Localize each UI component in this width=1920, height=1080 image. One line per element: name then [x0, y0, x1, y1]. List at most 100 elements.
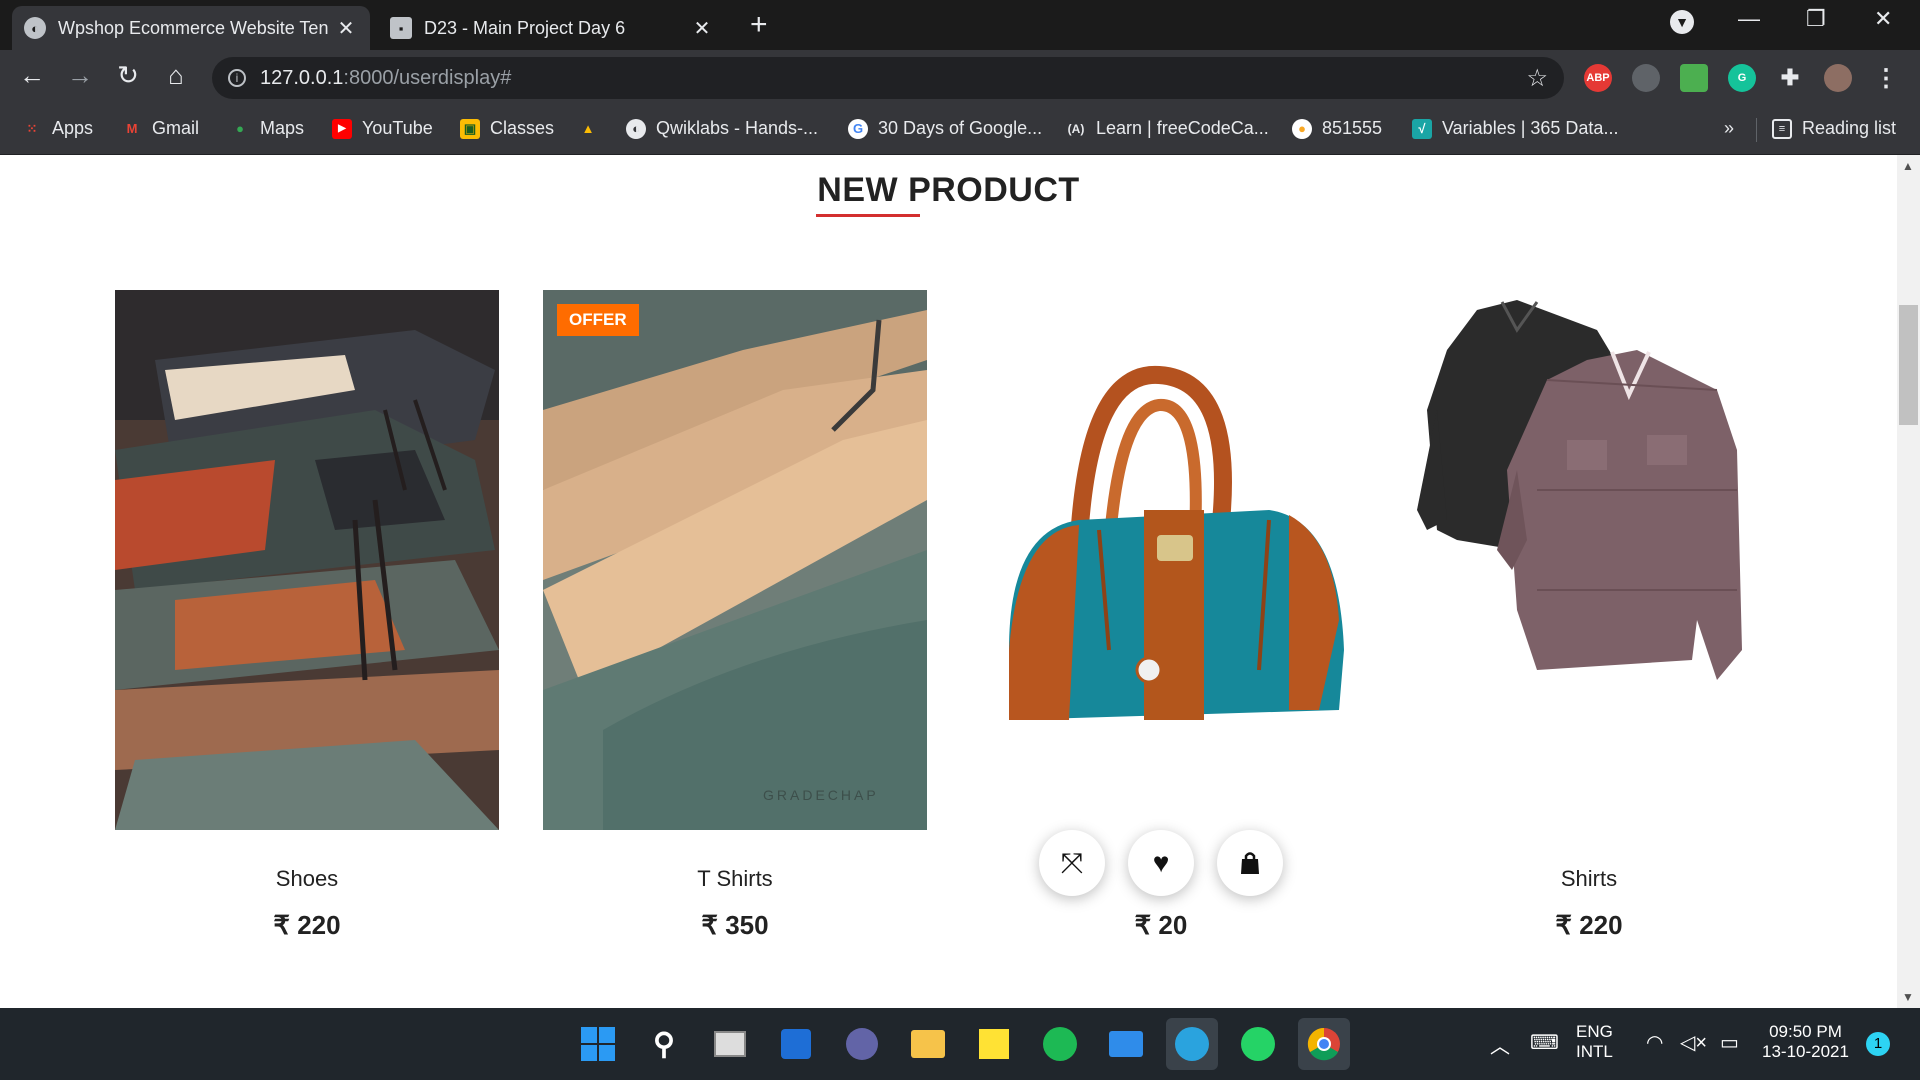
mail-icon[interactable]: [1106, 1024, 1146, 1064]
page-scrollbar[interactable]: ▲ ▼: [1897, 155, 1920, 1008]
bookmark-drive[interactable]: ▲: [578, 118, 608, 138]
close-window-button[interactable]: ✕: [1874, 6, 1892, 32]
volume-muted-icon[interactable]: ◁×: [1680, 1030, 1707, 1055]
tab-title: D23 - Main Project Day 6: [424, 17, 626, 38]
lang-top: ENG: [1576, 1022, 1613, 1041]
reading-list-icon: ≡: [1772, 118, 1792, 139]
puzzle-icon[interactable]: ✚: [1776, 64, 1804, 92]
scroll-up-arrow-icon[interactable]: ▲: [1902, 159, 1914, 173]
bookmark-apps[interactable]: ⁙ Apps: [22, 118, 93, 139]
home-button[interactable]: ⌂: [158, 60, 194, 91]
url-host: 127.0.0.1: [260, 66, 344, 89]
bookmark-star-icon[interactable]: ☆: [1526, 64, 1548, 93]
365data-icon: √: [1412, 118, 1432, 139]
reload-button[interactable]: ↻: [110, 60, 146, 91]
info-icon[interactable]: i: [228, 69, 246, 87]
bookmark-label: 30 Days of Google...: [878, 118, 1043, 138]
product-name[interactable]: Shirts: [1397, 866, 1781, 892]
sticky-notes-icon[interactable]: [974, 1024, 1014, 1064]
teams-chat-icon[interactable]: [842, 1024, 882, 1064]
product-image-shirts[interactable]: [1397, 290, 1781, 830]
chrome-icon[interactable]: [1298, 1018, 1350, 1070]
notification-badge[interactable]: 1: [1866, 1032, 1890, 1056]
wifi-icon[interactable]: ◠: [1646, 1030, 1663, 1055]
bookmark-overflow-button[interactable]: »: [1724, 118, 1734, 139]
minimize-button[interactable]: —: [1738, 6, 1760, 32]
expand-icon: ⤧: [1060, 846, 1084, 878]
tree-extension-icon[interactable]: [1680, 64, 1708, 92]
product-card-shoes[interactable]: Shoes ₹ 220: [115, 290, 499, 941]
battery-icon[interactable]: ▭: [1720, 1030, 1739, 1055]
bookmark-365data[interactable]: √ Variables | 365 Data...: [1412, 118, 1618, 139]
add-to-cart-button[interactable]: [1217, 830, 1283, 896]
product-card-tshirts[interactable]: GRADECHAP OFFER T Shirts ₹ 350: [543, 290, 927, 941]
product-name[interactable]: T Shirts: [543, 866, 927, 892]
bookmark-google[interactable]: G 30 Days of Google...: [848, 118, 1042, 139]
search-icon[interactable]: ⚲: [644, 1024, 684, 1064]
google-icon: G: [848, 118, 868, 139]
menu-dots-icon[interactable]: ⋮: [1872, 64, 1900, 92]
whatsapp-icon[interactable]: [1238, 1024, 1278, 1064]
product-card-bag[interactable]: ⤧ ♥ Bag ₹ 20: [969, 290, 1353, 941]
product-card-shirts[interactable]: Shirts ₹ 220: [1397, 290, 1781, 941]
bookmark-gmail[interactable]: M Gmail: [122, 118, 199, 139]
apps-grid-icon: ⁙: [26, 120, 38, 136]
close-icon[interactable]: ✕: [334, 16, 358, 41]
time: 09:50 PM: [1769, 1022, 1842, 1041]
product-image-tshirts[interactable]: GRADECHAP OFFER: [543, 290, 927, 830]
product-image-shoes[interactable]: [115, 290, 499, 830]
quick-view-button[interactable]: ⤧: [1039, 830, 1105, 896]
tab-d23[interactable]: ▪ D23 - Main Project Day 6 ✕: [378, 6, 726, 50]
bookmark-freecodecamp[interactable]: (A) Learn | freeCodeCa...: [1066, 118, 1269, 139]
file-explorer-icon[interactable]: [908, 1024, 948, 1064]
extension-icon[interactable]: [1632, 64, 1660, 92]
url-text[interactable]: 127.0.0.1:8000/userdisplay#: [260, 67, 511, 90]
tab-wpshop[interactable]: ◐ Wpshop Ecommerce Website Ten ✕: [12, 6, 370, 50]
shopping-bag-icon: [1241, 852, 1259, 874]
spotify-icon[interactable]: [1040, 1024, 1080, 1064]
grammarly-icon[interactable]: G: [1728, 64, 1756, 92]
bookmark-label: Apps: [52, 118, 94, 138]
task-view-icon[interactable]: [710, 1024, 750, 1064]
date: 13-10-2021: [1762, 1042, 1849, 1061]
reading-list-button[interactable]: ≡ Reading list: [1772, 118, 1896, 139]
bookmark-icon: ●: [1292, 118, 1312, 139]
forward-button[interactable]: →: [62, 60, 98, 91]
keyboard-icon[interactable]: ⌨: [1530, 1030, 1559, 1055]
clock[interactable]: 09:50 PM 13-10-2021: [1762, 1022, 1849, 1062]
language-indicator[interactable]: ENG INTL: [1576, 1022, 1613, 1062]
bookmark-label: 851555: [1322, 118, 1383, 138]
product-name[interactable]: Shoes: [115, 866, 499, 892]
show-hidden-icons-icon[interactable]: ︿: [1490, 1030, 1510, 1059]
scroll-down-arrow-icon[interactable]: ▼: [1902, 990, 1914, 1004]
start-icon[interactable]: [578, 1024, 618, 1064]
avatar[interactable]: [1824, 64, 1852, 92]
bookmark-youtube[interactable]: ▶ YouTube: [332, 118, 433, 139]
product-price: ₹ 220: [1555, 910, 1623, 940]
bookmark-label: Learn | freeCodeCa...: [1096, 118, 1269, 138]
bookmark-label: Qwiklabs - Hands-...: [656, 118, 819, 138]
bookmark-maps[interactable]: ● Maps: [230, 118, 304, 139]
heart-icon: ♥: [1152, 847, 1170, 878]
restore-button[interactable]: ❐: [1806, 6, 1826, 32]
scrollbar-thumb[interactable]: [1899, 305, 1918, 425]
product-price: ₹ 220: [273, 910, 341, 940]
adblock-icon[interactable]: ABP: [1584, 64, 1612, 92]
wishlist-button[interactable]: ♥: [1128, 830, 1194, 896]
bookmark-qwiklabs[interactable]: ◐ Qwiklabs - Hands-...: [626, 118, 818, 139]
tab-search-icon[interactable]: ▼: [1670, 10, 1694, 34]
back-button[interactable]: ←: [14, 60, 50, 91]
new-tab-button[interactable]: +: [750, 8, 768, 42]
divider: [1756, 118, 1757, 142]
address-bar[interactable]: i 127.0.0.1:8000/userdisplay# ☆: [212, 57, 1564, 99]
close-icon[interactable]: ✕: [690, 16, 714, 41]
bookmark-label: YouTube: [362, 118, 433, 138]
product-image-bag[interactable]: [969, 290, 1353, 830]
youtube-icon: ▶: [332, 118, 352, 139]
widgets-icon[interactable]: [776, 1024, 816, 1064]
telegram-icon[interactable]: [1166, 1018, 1218, 1070]
svg-text:GRADECHAP: GRADECHAP: [763, 787, 879, 803]
tab-strip: ◐ Wpshop Ecommerce Website Ten ✕ ▪ D23 -…: [0, 0, 1920, 50]
bookmark-classes[interactable]: ▣ Classes: [460, 118, 554, 139]
bookmark-851555[interactable]: ● 851555: [1292, 118, 1382, 139]
